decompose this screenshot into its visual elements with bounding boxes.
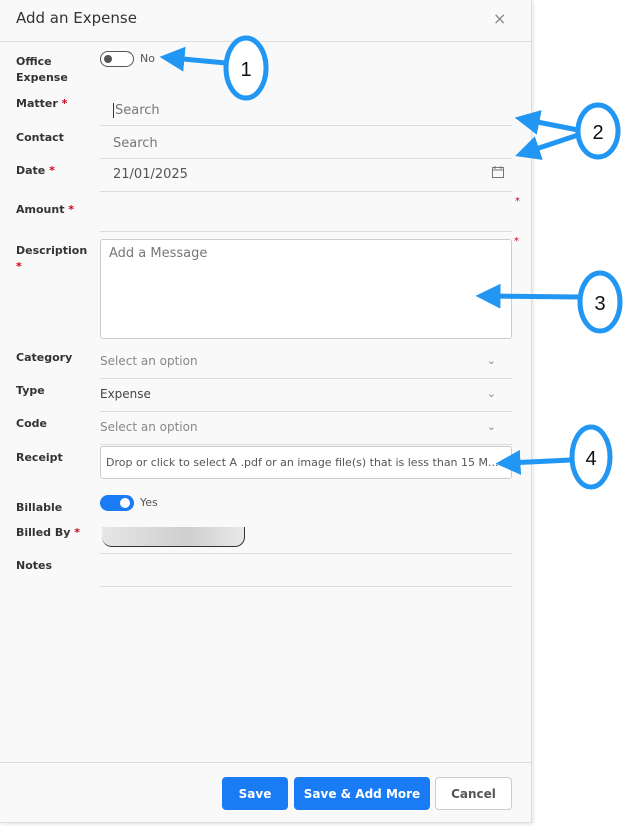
annotation-arrow-3	[475, 283, 579, 309]
annotation-arrow-2a	[514, 110, 579, 135]
annotation-arrow-2b	[515, 132, 579, 160]
annotation-label-2: 2	[592, 122, 603, 144]
annotation-label-3: 3	[594, 293, 605, 315]
annotation-label-1: 1	[240, 59, 251, 81]
annotation-overlay: 1 2 3 4	[159, 35, 623, 490]
annotation-label-4: 4	[585, 448, 596, 470]
annotation-arrow-1	[159, 46, 227, 72]
annotation-arrow-4	[495, 449, 572, 475]
